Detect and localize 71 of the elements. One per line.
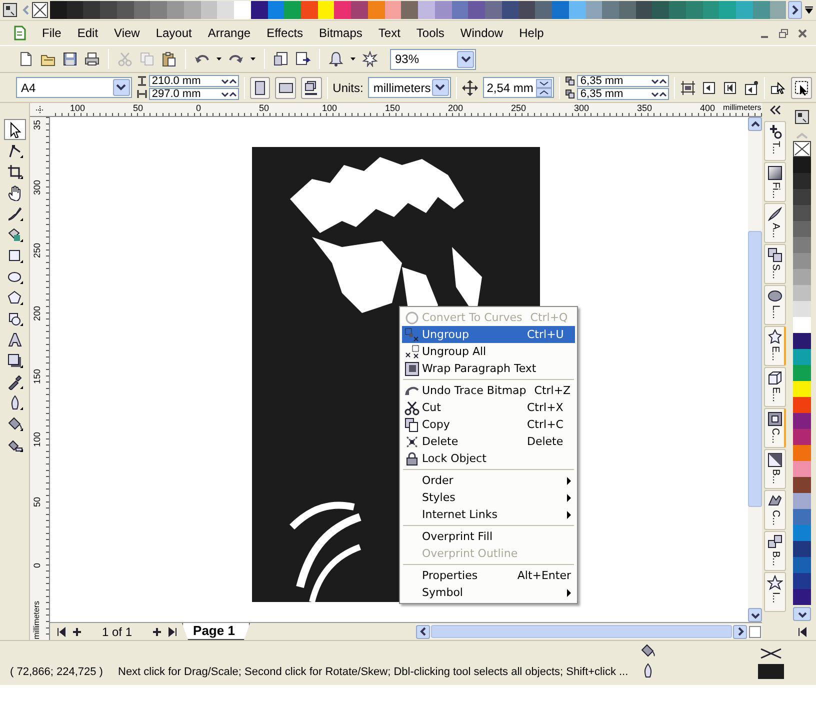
ruler-label: 400 (699, 103, 716, 113)
menu-item[interactable]: Tools (408, 24, 452, 42)
height-field[interactable]: 297.0 mm (148, 88, 239, 100)
menu-item[interactable]: Properties Alt+Enter (402, 567, 575, 584)
ruler-label: 150 (384, 103, 402, 113)
zoom-combo[interactable]: 93% (390, 48, 476, 70)
ruler-label: 250 (510, 103, 528, 113)
status-message: Next click for Drag/Scale; Second click for Rotate/Skew; Dbl-clicking tool selects all objects; Shift+click ... (118, 665, 628, 679)
menu-item[interactable]: Lock Object (402, 450, 575, 467)
docker-tab[interactable]: C... (764, 490, 786, 530)
menu-item[interactable]: Undo Trace Bitmap Ctrl+Z (402, 382, 575, 399)
ruler-label: 350 (636, 103, 654, 113)
ruler-label: 100 (32, 432, 42, 448)
docker-tab[interactable]: C... (764, 408, 786, 448)
menu-item[interactable]: Arrange (200, 24, 259, 42)
docker-tab[interactable]: E... (764, 326, 786, 366)
menu-item[interactable]: Order (402, 472, 575, 489)
menu-item[interactable]: Effects (258, 24, 312, 42)
menu-item[interactable]: Styles (402, 489, 575, 506)
menu-item[interactable]: Layout (148, 24, 200, 42)
ruler-label: 50 (258, 103, 270, 113)
menu-item[interactable]: Copy Ctrl+C (402, 416, 575, 433)
ruler-label: 250 (32, 242, 42, 258)
menu-item[interactable]: Internet Links (402, 506, 575, 523)
ruler-unit: millimeters (723, 103, 762, 113)
ruler-label: 35 (32, 120, 42, 130)
ruler-label: 300 (32, 180, 42, 196)
menu-item[interactable]: Ungroup All (402, 343, 575, 360)
menu-item[interactable]: Wrap Paragraph Text (402, 360, 575, 377)
ruler-label: 200 (447, 103, 464, 113)
page-tab[interactable]: Page 1 (182, 623, 250, 640)
ruler-label: 300 (573, 103, 590, 113)
menu-item[interactable]: Edit (69, 24, 106, 42)
menu-item[interactable]: Symbol (402, 584, 575, 601)
menu-item[interactable]: Help (511, 24, 552, 42)
docker-tab[interactable]: E... (764, 367, 786, 407)
page-counter: 1 of 1 (101, 624, 134, 638)
paper-size-combo[interactable]: A4 (16, 77, 132, 98)
cursor-coordinates: ( 72,866; 224,725 ) (10, 665, 104, 679)
menu-item[interactable]: Bitmaps (311, 24, 370, 42)
docker-tab[interactable]: S... (764, 244, 786, 284)
menu-item[interactable]: Window (452, 24, 512, 42)
ruler-label: 50 (32, 497, 42, 508)
duplicate-x-field[interactable]: 6,35 mm (577, 75, 670, 87)
ruler-label: 50 (132, 103, 144, 113)
ruler-label: 100 (69, 103, 86, 113)
ruler-label: 0 (32, 562, 42, 568)
duplicate-y-field[interactable]: 6,35 mm (577, 88, 670, 100)
menu-item[interactable]: Text (370, 24, 408, 42)
docker-tab[interactable]: A... (764, 203, 786, 243)
docker-tab[interactable]: B... (764, 531, 786, 571)
menu-item[interactable]: File (34, 24, 70, 42)
ruler-label: 0 (195, 103, 202, 113)
docker-tab[interactable]: L... (764, 285, 786, 325)
docker-tab[interactable]: Fi... (764, 162, 786, 202)
nudge-field[interactable]: 2,54 mm (482, 77, 554, 98)
docker-tab[interactable]: B... (764, 449, 786, 489)
ruler-label: 200 (32, 306, 42, 322)
units-combo[interactable]: millimeters (368, 77, 451, 98)
ruler-label: 100 (321, 103, 338, 113)
width-field[interactable]: 210.0 mm (148, 75, 239, 87)
menu-item[interactable]: Cut Ctrl+X (402, 399, 575, 416)
ruler-unit: millimeters (32, 601, 42, 640)
docker-tab[interactable]: I... (764, 572, 786, 612)
menu-item[interactable]: Overprint Fill (402, 528, 575, 545)
ruler-label: 150 (32, 368, 42, 384)
units-label: Units: (332, 80, 364, 94)
docker-tab[interactable]: T... (764, 121, 786, 161)
menu-item[interactable]: Delete Delete (402, 433, 575, 450)
menu-item[interactable]: Ungroup Ctrl+U (402, 326, 575, 343)
menu-item[interactable]: View (106, 24, 148, 42)
